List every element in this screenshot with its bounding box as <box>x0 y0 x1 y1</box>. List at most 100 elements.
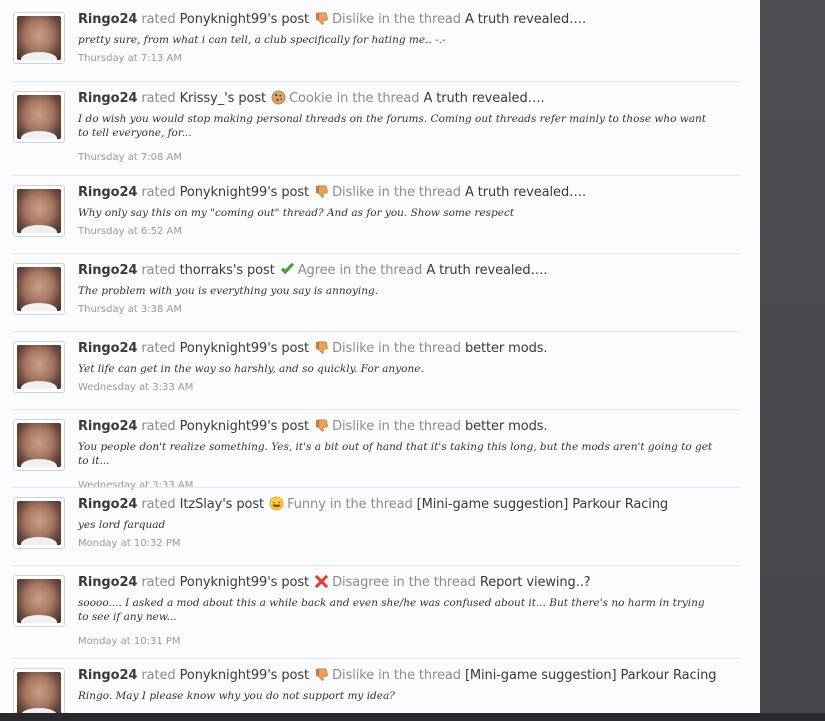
username-link[interactable]: Ringo24 <box>78 12 137 27</box>
thread-link[interactable]: Report viewing..? <box>480 575 591 590</box>
post-snippet[interactable]: Why only say this on my "coming out" thr… <box>78 206 718 220</box>
in-thread-label: in the thread <box>378 419 461 434</box>
username-link[interactable]: Ringo24 <box>78 497 137 512</box>
rating-name: Dislike <box>332 12 375 27</box>
thread-link[interactable]: A truth revealed…. <box>423 91 544 106</box>
rated-label: rated <box>141 263 176 278</box>
post-snippet[interactable]: You people don't realize something. Yes,… <box>78 440 718 468</box>
post-link[interactable]: Ponyknight99's post <box>180 419 310 434</box>
in-thread-label: in the thread <box>378 185 461 200</box>
thread-link[interactable]: A truth revealed…. <box>465 185 586 200</box>
username-link[interactable]: Ringo24 <box>78 575 137 590</box>
rating-summary: Ringo24 rated Krissy_'s post Cookie in t… <box>78 90 545 106</box>
list-item: Ringo24 rated Krissy_'s post Cookie in t… <box>12 81 740 176</box>
post-snippet[interactable]: Ringo. May I please know why you do not … <box>78 689 718 703</box>
username-link[interactable]: Ringo24 <box>78 668 137 683</box>
rated-label: rated <box>141 185 176 200</box>
post-snippet[interactable]: The problem with you is everything you s… <box>78 284 718 298</box>
thread-link[interactable]: A truth revealed…. <box>426 263 547 278</box>
rating-name: Cookie <box>289 91 333 106</box>
page-background <box>760 0 825 721</box>
rated-label: rated <box>141 575 176 590</box>
rating-summary: Ringo24 rated Ponyknight99's post Disagr… <box>78 574 591 590</box>
timestamp: Thursday at 6:52 AM <box>78 226 183 237</box>
dislike-icon <box>314 340 329 355</box>
avatar[interactable] <box>13 185 65 237</box>
timestamp: Wednesday at 3:33 AM <box>78 382 194 393</box>
in-thread-label: in the thread <box>378 668 461 683</box>
rating-summary: Ringo24 rated Ponyknight99's post Dislik… <box>78 11 586 27</box>
rating-name: Funny <box>287 497 326 512</box>
post-link[interactable]: Krissy_'s post <box>180 91 266 106</box>
post-snippet[interactable]: yes lord farquad <box>78 518 718 532</box>
timestamp: Monday at 10:32 PM <box>78 538 181 549</box>
post-link[interactable]: ItzSlay's post <box>180 497 265 512</box>
in-thread-label: in the thread <box>329 497 413 512</box>
thread-link[interactable]: better mods. <box>465 341 548 356</box>
thread-link[interactable]: A truth revealed…. <box>465 12 586 27</box>
post-snippet[interactable]: I do wish you would stop making personal… <box>78 112 718 140</box>
list-item: Ringo24 rated thorraks's post Agree in t… <box>12 253 740 332</box>
rating-summary: Ringo24 rated thorraks's post Agree in t… <box>78 262 548 278</box>
thread-link[interactable]: [Mini-game suggestion] Parkour Racing <box>417 497 669 512</box>
agree-icon <box>280 262 295 277</box>
avatar[interactable] <box>13 12 65 64</box>
timestamp: Monday at 10:31 PM <box>78 636 181 647</box>
thread-link[interactable]: [Mini-game suggestion] Parkour Racing <box>465 668 717 683</box>
in-thread-label: in the thread <box>378 12 461 27</box>
list-item: Ringo24 rated Ponyknight99's post Dislik… <box>12 175 740 254</box>
post-link[interactable]: Ponyknight99's post <box>180 185 310 200</box>
username-link[interactable]: Ringo24 <box>78 91 137 106</box>
in-thread-label: in the thread <box>393 575 476 590</box>
post-link[interactable]: Ponyknight99's post <box>180 575 310 590</box>
list-item: Ringo24 rated ItzSlay's post Funny in th… <box>12 487 740 566</box>
username-link[interactable]: Ringo24 <box>78 419 137 434</box>
funny-icon <box>269 496 284 511</box>
dislike-icon <box>314 418 329 433</box>
post-snippet[interactable]: pretty sure, from what i can tell, a clu… <box>78 33 718 47</box>
dislike-icon <box>314 667 329 682</box>
avatar[interactable] <box>13 497 65 549</box>
rating-name: Agree <box>297 263 336 278</box>
rated-label: rated <box>141 419 176 434</box>
rating-name: Dislike <box>332 341 375 356</box>
avatar[interactable] <box>13 341 65 393</box>
news-feed-page: Ringo24 rated Ponyknight99's post Dislik… <box>0 0 760 721</box>
list-item: Ringo24 rated Ponyknight99's post Disagr… <box>12 565 740 659</box>
rating-name: Dislike <box>332 185 375 200</box>
post-snippet[interactable]: soooo.... I asked a mod about this a whi… <box>78 596 718 624</box>
post-link[interactable]: thorraks's post <box>180 263 275 278</box>
avatar[interactable] <box>13 91 65 143</box>
disagree-icon <box>314 574 329 589</box>
rating-summary: Ringo24 rated Ponyknight99's post Dislik… <box>78 418 548 434</box>
rated-label: rated <box>141 497 176 512</box>
rating-name: Dislike <box>332 419 375 434</box>
rated-label: rated <box>141 12 176 27</box>
post-link[interactable]: Ponyknight99's post <box>180 668 310 683</box>
post-link[interactable]: Ponyknight99's post <box>180 12 310 27</box>
rated-label: rated <box>141 91 176 106</box>
dislike-icon <box>314 11 329 26</box>
dislike-icon <box>314 184 329 199</box>
avatar[interactable] <box>13 263 65 315</box>
list-item: Ringo24 rated Ponyknight99's post Dislik… <box>12 3 740 81</box>
username-link[interactable]: Ringo24 <box>78 185 137 200</box>
rated-label: rated <box>141 341 176 356</box>
rated-label: rated <box>141 668 176 683</box>
in-thread-label: in the thread <box>378 341 461 356</box>
thread-link[interactable]: better mods. <box>465 419 548 434</box>
username-link[interactable]: Ringo24 <box>78 263 137 278</box>
rating-summary: Ringo24 rated ItzSlay's post Funny in th… <box>78 496 668 512</box>
username-link[interactable]: Ringo24 <box>78 341 137 356</box>
list-item: Ringo24 rated Ponyknight99's post Dislik… <box>12 331 740 410</box>
timestamp: Thursday at 3:38 AM <box>78 304 183 315</box>
in-thread-label: in the thread <box>336 91 420 106</box>
rating-summary: Ringo24 rated Ponyknight99's post Dislik… <box>78 184 586 200</box>
cookie-icon <box>271 90 286 105</box>
avatar[interactable] <box>13 419 65 471</box>
avatar[interactable] <box>13 575 65 627</box>
post-snippet[interactable]: Yet life can get in the way so harshly, … <box>78 362 718 376</box>
list-item: Ringo24 rated Ponyknight99's post Dislik… <box>12 658 740 721</box>
post-link[interactable]: Ponyknight99's post <box>180 341 310 356</box>
timestamp: Thursday at 7:08 AM <box>78 152 183 163</box>
